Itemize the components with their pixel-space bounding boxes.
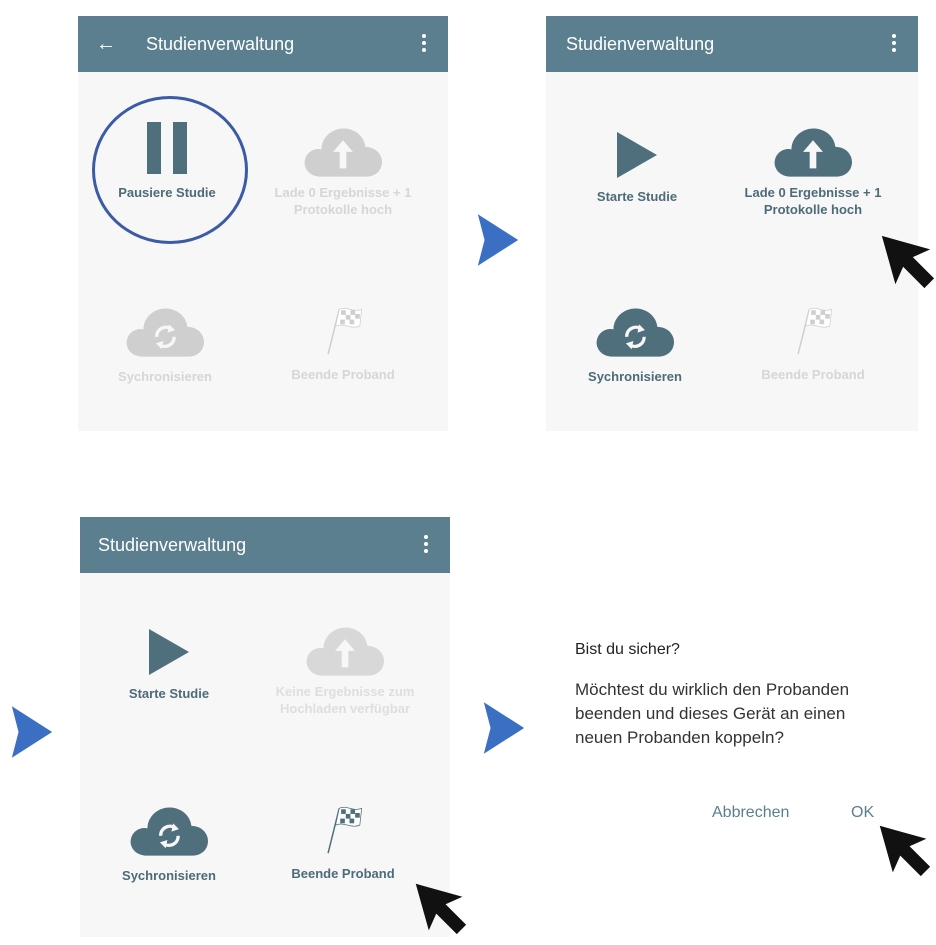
cloud-sync-icon: [593, 302, 677, 360]
screen-panel-1: ← Studienverwaltung Pausiere Studie Lade…: [78, 16, 448, 431]
more-vert-icon[interactable]: [892, 34, 896, 55]
app-bar: Studienverwaltung: [546, 16, 918, 72]
mouse-cursor-icon: [412, 880, 468, 936]
chevron-right-icon: [480, 700, 528, 756]
app-title: Studienverwaltung: [146, 33, 295, 54]
pause-study-button[interactable]: Pausiere Studie: [82, 120, 252, 201]
ok-button[interactable]: OK: [851, 804, 874, 822]
app-bar: Studienverwaltung: [80, 517, 450, 573]
start-study-button[interactable]: Starte Studie: [552, 130, 722, 205]
sync-button[interactable]: Sychronisieren: [550, 302, 720, 385]
chevron-right-icon: [8, 704, 56, 760]
screen-panel-2: Studienverwaltung Starte Studie Lade 0 E…: [546, 16, 918, 431]
upload-button[interactable]: Lade 0 Ergebnisse + 1 Protokolle hoch: [258, 122, 428, 218]
upload-label: Lade 0 Ergebnisse + 1 Protokolle hoch: [744, 185, 882, 217]
sync-label: Sychronisieren: [122, 868, 216, 883]
start-study-label: Starte Studie: [596, 189, 678, 204]
cancel-button[interactable]: Abbrechen: [712, 804, 789, 822]
upload-button[interactable]: Keine Ergebnisse zum Hochladen verfügbar: [260, 621, 430, 717]
finish-participant-button[interactable]: Beende Proband: [728, 300, 898, 383]
more-vert-icon[interactable]: [424, 535, 428, 556]
finish-participant-button[interactable]: Beende Proband: [258, 300, 428, 383]
finish-participant-label: Beende Proband: [291, 866, 395, 881]
mouse-cursor-icon: [876, 822, 932, 878]
checkered-flag-icon: [315, 799, 371, 855]
play-icon: [617, 132, 657, 178]
upload-label: Keine Ergebnisse zum Hochladen verfügbar: [275, 684, 415, 716]
arrow-back-icon[interactable]: ←: [96, 33, 116, 56]
play-icon: [149, 629, 189, 675]
finish-participant-label: Beende Proband: [291, 367, 395, 382]
dialog-title: Bist du sicher?: [575, 641, 680, 658]
dialog-message: Möchtest du wirklich den Probanden beend…: [575, 680, 850, 747]
upload-label: Lade 0 Ergebnisse + 1 Protokolle hoch: [274, 185, 412, 217]
pause-study-label: Pausiere Studie: [118, 185, 216, 200]
mouse-cursor-icon: [878, 232, 936, 290]
app-bar: ← Studienverwaltung: [78, 16, 448, 72]
pause-icon: [147, 122, 187, 174]
screen-panel-3: Studienverwaltung Starte Studie Keine Er…: [80, 517, 450, 937]
sync-button[interactable]: Sychronisieren: [80, 302, 250, 385]
chevron-right-icon: [474, 212, 522, 268]
checkered-flag-icon: [785, 300, 841, 356]
confirm-dialog: Bist du sicher? Möchtest du wirklich den…: [550, 615, 920, 855]
sync-label: Sychronisieren: [588, 369, 682, 384]
finish-participant-label: Beende Proband: [761, 367, 865, 382]
sync-label: Sychronisieren: [118, 369, 212, 384]
start-study-label: Starte Studie: [128, 686, 210, 701]
app-title: Studienverwaltung: [566, 33, 715, 54]
cloud-upload-icon: [771, 122, 855, 180]
upload-button[interactable]: Lade 0 Ergebnisse + 1 Protokolle hoch: [728, 122, 898, 218]
app-title: Studienverwaltung: [98, 534, 247, 555]
more-vert-icon[interactable]: [422, 34, 426, 55]
checkered-flag-icon: [315, 300, 371, 356]
cloud-sync-icon: [123, 302, 207, 360]
finish-participant-button[interactable]: Beende Proband: [258, 799, 428, 882]
start-study-button[interactable]: Starte Studie: [84, 627, 254, 702]
cloud-sync-icon: [127, 801, 211, 859]
cloud-upload-icon: [301, 122, 385, 180]
cloud-upload-icon: [303, 621, 387, 679]
sync-button[interactable]: Sychronisieren: [84, 801, 254, 884]
